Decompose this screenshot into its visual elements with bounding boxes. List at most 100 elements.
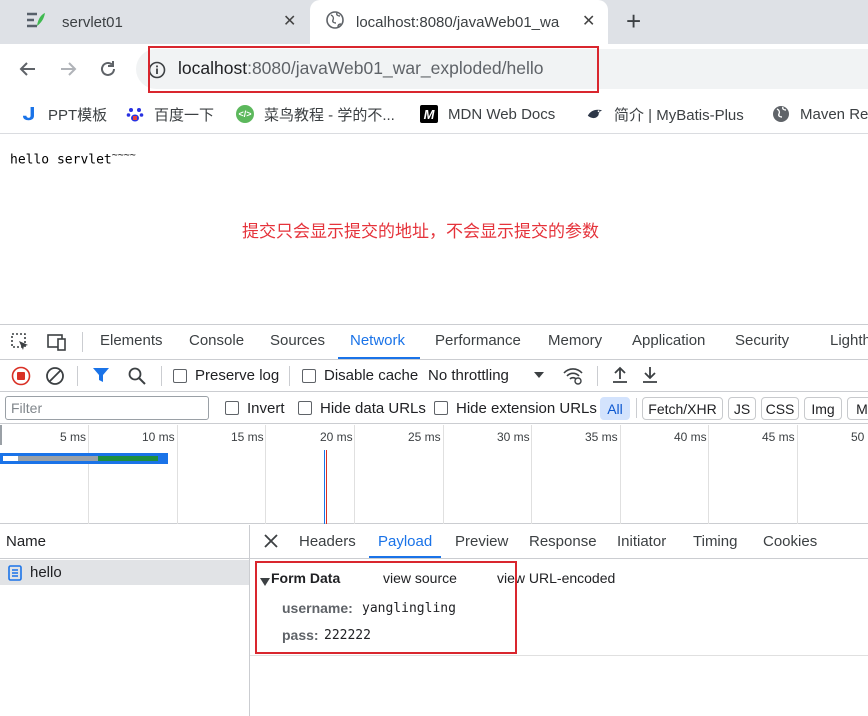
forward-button[interactable] — [56, 57, 80, 81]
divider — [636, 398, 637, 418]
tab-timing[interactable]: Timing — [693, 533, 737, 550]
new-tab-button[interactable]: + — [626, 6, 641, 37]
timeline-tick: 35 ms — [585, 430, 618, 444]
tab-preview[interactable]: Preview — [455, 533, 508, 550]
record-stop-icon[interactable] — [11, 366, 31, 389]
name-header-label: Name — [6, 533, 47, 550]
timeline-tick: 45 ms — [762, 430, 795, 444]
tab-response[interactable]: Response — [529, 533, 597, 550]
runoob-icon: </> — [236, 105, 254, 123]
download-icon[interactable] — [640, 365, 660, 388]
timeline-gridline — [265, 425, 266, 524]
tab-headers[interactable]: Headers — [299, 533, 356, 550]
request-waterfall-bar — [0, 453, 168, 464]
section-divider — [250, 655, 868, 656]
annotation-note: 提交只会显示提交的地址，不会显示提交的参数 — [242, 222, 599, 241]
timeline-tick: 15 ms — [231, 430, 264, 444]
globe-icon — [772, 105, 790, 123]
tab-network[interactable]: Network — [350, 332, 405, 349]
baidu-paw-icon — [126, 105, 144, 123]
network-conditions-icon[interactable] — [562, 364, 584, 389]
invert-checkbox[interactable] — [225, 401, 239, 415]
tab-console[interactable]: Console — [189, 332, 244, 349]
timeline-gridline — [797, 425, 798, 524]
tab-title: localhost:8080/javaWeb01_wa — [356, 13, 560, 31]
filter-funnel-icon[interactable] — [92, 366, 110, 387]
device-toolbar-icon[interactable] — [45, 332, 67, 355]
load-event-line — [326, 450, 327, 524]
bookmark-label: MDN Web Docs — [448, 105, 556, 123]
dom-content-loaded-line — [324, 450, 325, 524]
timeline-gridline — [88, 425, 89, 524]
disable-cache-label: Disable cache — [324, 367, 419, 384]
throttling-select[interactable]: No throttling — [428, 367, 509, 384]
bookmark-runoob[interactable]: </> 菜鸟教程 - 学的不... — [236, 100, 395, 128]
tab-sources[interactable]: Sources — [270, 332, 325, 349]
bookmark-label: Maven Re — [800, 105, 868, 123]
hide-data-urls-checkbox[interactable] — [298, 401, 312, 415]
name-column-header[interactable]: Name — [0, 525, 250, 559]
tab-memory[interactable]: Memory — [548, 332, 602, 349]
bookmark-label: 菜鸟教程 - 学的不... — [264, 106, 395, 124]
mdn-icon: M — [420, 105, 438, 123]
tab-initiator[interactable]: Initiator — [617, 533, 666, 550]
bookmark-mybatis[interactable]: 简介 | MyBatis-Plus — [586, 100, 744, 128]
waterfall-stalled — [18, 456, 98, 461]
bookmark-label: PPT模板 — [48, 106, 108, 124]
waterfall-download — [98, 456, 158, 461]
close-tab-icon[interactable]: ✕ — [582, 11, 595, 31]
filter-chip-css[interactable]: CSS — [761, 397, 799, 420]
preserve-log-checkbox[interactable] — [173, 369, 187, 383]
inspect-element-icon[interactable] — [10, 332, 30, 355]
disable-cache-checkbox[interactable] — [302, 369, 316, 383]
filter-chip-media[interactable]: M — [847, 397, 868, 420]
tab-performance[interactable]: Performance — [435, 332, 521, 349]
upload-icon[interactable] — [610, 365, 630, 388]
globe-icon — [326, 11, 344, 33]
filter-chip-all[interactable]: All — [600, 397, 630, 420]
chevron-down-icon[interactable] — [533, 368, 545, 384]
close-tab-icon[interactable]: ✕ — [283, 11, 296, 31]
timeline-tick: 10 ms — [142, 430, 175, 444]
browser-tab-localhost[interactable]: localhost:8080/javaWeb01_wa — [310, 0, 608, 44]
timeline-gridline — [354, 425, 355, 524]
browser-tab-servlet01[interactable]: servlet01 — [14, 0, 304, 44]
hello-suffix: ~~~~ — [111, 150, 136, 161]
divider — [289, 366, 290, 386]
request-row[interactable]: hello — [0, 560, 249, 585]
arrow-left-icon — [19, 62, 35, 76]
back-button[interactable] — [16, 57, 40, 81]
filter-input[interactable]: Filter — [5, 396, 209, 420]
request-name: hello — [30, 564, 62, 581]
invert-label: Invert — [247, 400, 285, 417]
bookmark-label: 百度一下 — [154, 106, 215, 124]
j-icon: ᒍ — [22, 103, 36, 124]
hide-extension-urls-checkbox[interactable] — [434, 401, 448, 415]
filter-chip-fetch-xhr[interactable]: Fetch/XHR — [642, 397, 723, 420]
timeline-left-marker — [0, 425, 2, 445]
filter-chip-js[interactable]: JS — [728, 397, 756, 420]
tab-payload[interactable]: Payload — [378, 533, 432, 550]
tab-cookies[interactable]: Cookies — [763, 533, 817, 550]
page-output-text: hello servlet~~~~ — [10, 150, 136, 167]
clear-icon[interactable] — [45, 366, 65, 389]
filter-chip-img[interactable]: Img — [804, 397, 842, 420]
reload-button[interactable] — [96, 57, 120, 81]
timeline-gridline — [177, 425, 178, 524]
bookmark-maven[interactable]: Maven Re — [772, 100, 868, 128]
search-icon[interactable] — [127, 366, 147, 389]
tab-application[interactable]: Application — [632, 332, 705, 349]
bookmark-mdn[interactable]: M MDN Web Docs — [420, 100, 555, 128]
active-detail-tab-indicator — [369, 556, 441, 558]
tab-security[interactable]: Security — [735, 332, 789, 349]
timeline-tick: 20 ms — [320, 430, 353, 444]
divider — [597, 366, 598, 386]
close-details-icon[interactable] — [263, 533, 279, 552]
tab-lighthouse[interactable]: Lighth — [830, 332, 868, 349]
bookmark-baidu[interactable]: 百度一下 — [126, 100, 214, 128]
bookmark-ppt[interactable]: ᒍ PPT模板 — [20, 100, 107, 128]
timeline-gridline — [620, 425, 621, 524]
timeline-gridline — [443, 425, 444, 524]
timeline-tick: 50 — [851, 430, 865, 444]
tab-elements[interactable]: Elements — [100, 332, 163, 349]
